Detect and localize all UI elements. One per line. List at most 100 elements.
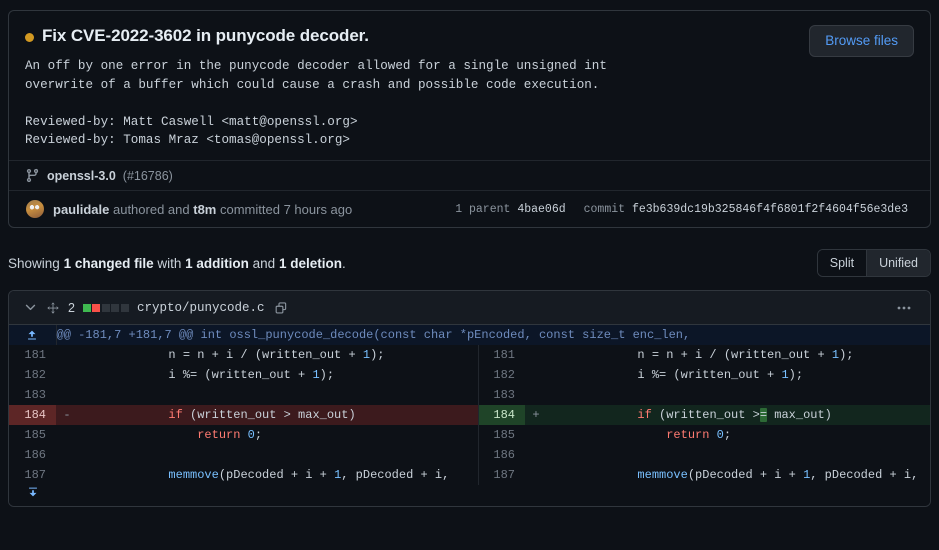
diff-view-toggle: Split Unified — [817, 249, 931, 277]
line-marker-left — [56, 445, 78, 465]
page-title: Fix CVE-2022-3602 in punycode decoder. — [42, 25, 369, 47]
commit-sha[interactable]: fe3b639dc19b325846f4f6801f2f4604f56e3de3 — [632, 203, 908, 216]
split-view-button[interactable]: Split — [818, 250, 866, 276]
code-left: memmove(pDecoded + i + 1, pDecoded + i, — [78, 465, 478, 485]
committed-label: committed — [220, 202, 280, 217]
showing-with: with — [157, 256, 181, 271]
table-row: 187 memmove(pDecoded + i + 1, pDecoded +… — [9, 465, 930, 485]
line-number-right[interactable]: 183 — [478, 385, 525, 405]
commit-meta: 1 parent 4bae06d commit fe3b639dc19b3258… — [455, 203, 914, 216]
line-number-left[interactable]: 181 — [9, 345, 56, 365]
code-left: if (written_out > max_out) — [78, 405, 478, 425]
line-number-right[interactable]: 182 — [478, 365, 525, 385]
committer-name[interactable]: t8m — [193, 202, 216, 217]
table-row: 181 n = n + i / (written_out + 1); 181 n… — [9, 345, 930, 365]
code-right — [547, 445, 930, 465]
chevron-down-icon[interactable] — [23, 300, 38, 315]
git-branch-icon — [25, 168, 40, 183]
code-left — [78, 385, 478, 405]
branch-pr-number[interactable]: (#16786) — [123, 169, 173, 183]
hunk-header-text: @@ -181,7 +181,7 @@ int ossl_punycode_de… — [56, 325, 930, 345]
commit-body: Fix CVE-2022-3602 in punycode decoder. A… — [9, 11, 930, 160]
code-right: n = n + i / (written_out + 1); — [547, 345, 930, 365]
bottom-expander-row — [9, 485, 930, 506]
diffstat-block-del — [92, 304, 100, 312]
parent-sha[interactable]: 4bae06d — [517, 203, 565, 216]
showing-and: and — [253, 256, 276, 271]
hunk-header-row: @@ -181,7 +181,7 @@ int ossl_punycode_de… — [9, 325, 930, 345]
parent-info: 1 parent 4bae06d — [455, 203, 565, 216]
line-marker-left — [56, 365, 78, 385]
code-left: n = n + i / (written_out + 1); — [78, 345, 478, 365]
changed-file-count: 1 changed file — [64, 256, 154, 271]
line-number-left[interactable]: 182 — [9, 365, 56, 385]
showing-prefix: Showing — [8, 256, 60, 271]
line-number-right[interactable]: 181 — [478, 345, 525, 365]
code-right — [547, 385, 930, 405]
expand-up-icon[interactable] — [9, 325, 56, 345]
commit-detail-card: Fix CVE-2022-3602 in punycode decoder. A… — [8, 10, 931, 228]
code-right: return 0; — [547, 425, 930, 445]
commit-time: 7 hours ago — [284, 202, 353, 217]
line-number-left[interactable]: 184 — [9, 405, 56, 425]
diffstat-blocks — [83, 304, 129, 312]
avatar[interactable] — [25, 199, 45, 219]
line-number-left[interactable]: 187 — [9, 465, 56, 485]
pending-dot-icon — [25, 33, 34, 42]
commit-author-row: paulidale authored and t8m committed 7 h… — [9, 190, 930, 227]
diffstat-block-add — [83, 304, 91, 312]
line-marker-right: + — [525, 405, 547, 425]
line-number-left[interactable]: 185 — [9, 425, 56, 445]
code-left: i %= (written_out + 1); — [78, 365, 478, 385]
code-right: memmove(pDecoded + i + 1, pDecoded + i, — [547, 465, 930, 485]
line-number-right[interactable]: 184 — [478, 405, 525, 425]
branch-row: openssl-3.0 (#16786) — [9, 160, 930, 190]
line-number-right[interactable]: 186 — [478, 445, 525, 465]
line-marker-left — [56, 345, 78, 365]
table-row: 186 186 — [9, 445, 930, 465]
diff-table: @@ -181,7 +181,7 @@ int ossl_punycode_de… — [9, 325, 930, 506]
drag-handle-icon[interactable] — [46, 301, 60, 315]
file-change-count: 2 — [68, 301, 75, 315]
diffstat-block-none — [121, 304, 129, 312]
table-row: 184 - if (written_out > max_out) 184 + i… — [9, 405, 930, 425]
expand-down-icon[interactable] — [9, 485, 56, 506]
unified-view-button[interactable]: Unified — [866, 250, 930, 276]
file-header: 2 crypto/punycode.c — [9, 291, 930, 325]
line-number-left[interactable]: 183 — [9, 385, 56, 405]
branch-name[interactable]: openssl-3.0 — [47, 169, 116, 183]
author-attribution: paulidale authored and t8m committed 7 h… — [53, 202, 352, 217]
line-marker-left — [56, 385, 78, 405]
line-number-right[interactable]: 187 — [478, 465, 525, 485]
table-row: 182 i %= (written_out + 1); 182 i %= (wr… — [9, 365, 930, 385]
browse-files-button[interactable]: Browse files — [809, 25, 914, 57]
diffstat-block-none — [111, 304, 119, 312]
line-number-right[interactable]: 185 — [478, 425, 525, 445]
bottom-expander-blank — [56, 485, 930, 506]
code-left — [78, 445, 478, 465]
author-name[interactable]: paulidale — [53, 202, 109, 217]
line-marker-left: - — [56, 405, 78, 425]
table-row: 183 183 — [9, 385, 930, 405]
line-number-left[interactable]: 186 — [9, 445, 56, 465]
line-marker-right — [525, 345, 547, 365]
file-path[interactable]: crypto/punycode.c — [137, 301, 265, 315]
commit-message: An off by one error in the punycode deco… — [25, 57, 914, 150]
code-right: if (written_out >= max_out) — [547, 405, 930, 425]
copy-icon[interactable] — [274, 301, 288, 315]
kebab-menu-icon[interactable] — [888, 300, 920, 316]
diff-body: @@ -181,7 +181,7 @@ int ossl_punycode_de… — [9, 325, 930, 506]
code-left: return 0; — [78, 425, 478, 445]
line-marker-right — [525, 385, 547, 405]
showing-period: . — [342, 256, 346, 271]
commit-title-row: Fix CVE-2022-3602 in punycode decoder. — [25, 25, 914, 47]
parent-label: 1 parent — [455, 203, 510, 216]
code-right: i %= (written_out + 1); — [547, 365, 930, 385]
table-row: 185 return 0; 185 return 0; — [9, 425, 930, 445]
diffstat-block-none — [102, 304, 110, 312]
deletion-count: 1 deletion — [279, 256, 342, 271]
commit-label: commit — [584, 203, 625, 216]
line-marker-left — [56, 465, 78, 485]
authored-label: authored and — [113, 202, 190, 217]
diff-summary-row: Showing 1 changed file with 1 addition a… — [8, 248, 931, 278]
